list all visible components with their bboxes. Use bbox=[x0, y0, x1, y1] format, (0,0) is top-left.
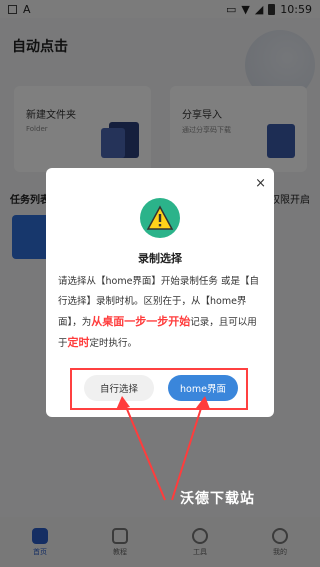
self-select-button[interactable]: 自行选择 bbox=[84, 375, 154, 401]
warning-icon bbox=[140, 198, 180, 238]
watermark-text: 沃德下载站 bbox=[180, 491, 255, 507]
dialog-message: 请选择从【home界面】开始录制任务 或是【自行选择】录制时机。区别在于，从【h… bbox=[58, 272, 264, 354]
dialog-title: 录制选择 bbox=[138, 252, 182, 265]
close-icon[interactable]: × bbox=[255, 176, 266, 191]
message-text: 定时执行。 bbox=[89, 338, 138, 349]
home-screen-button[interactable]: home界面 bbox=[168, 375, 238, 401]
message-highlight: 定时 bbox=[67, 336, 90, 349]
message-highlight: 从桌面一步一步开始 bbox=[91, 315, 191, 328]
